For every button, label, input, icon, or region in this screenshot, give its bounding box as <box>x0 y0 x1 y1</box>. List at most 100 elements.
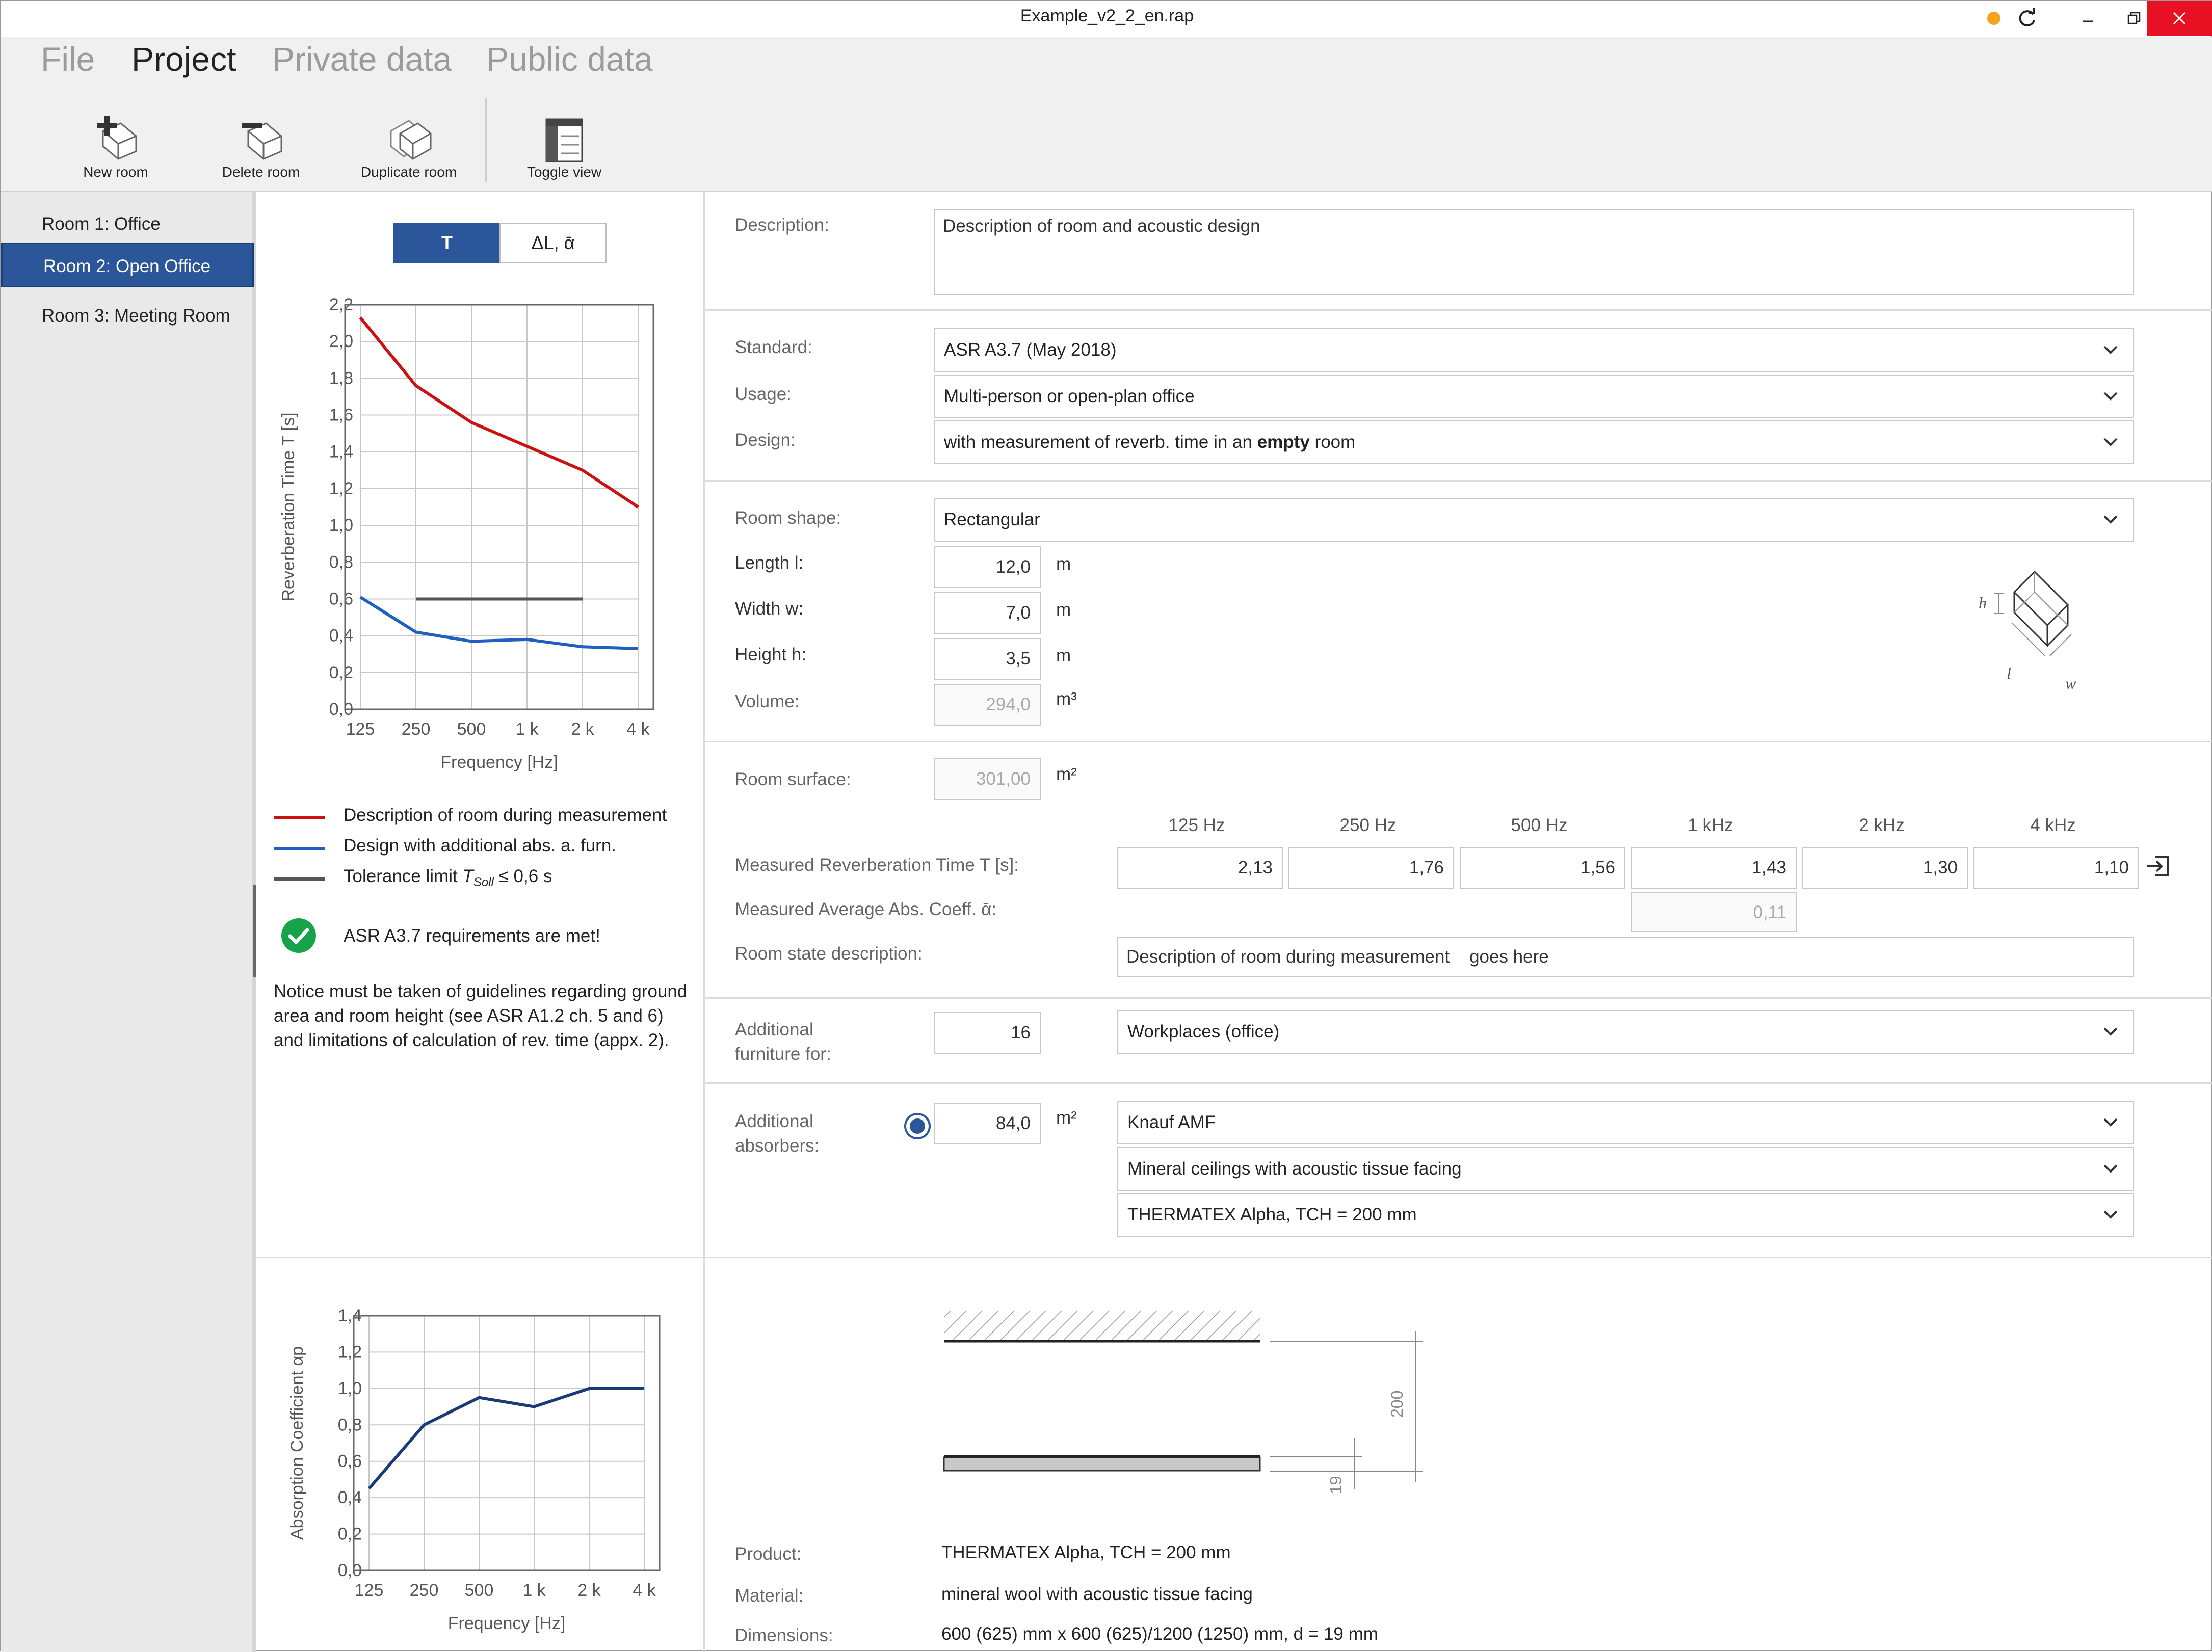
section-divider <box>704 309 2212 311</box>
room-item-meeting-room[interactable]: Room 3: Meeting Room <box>1 294 254 338</box>
sync-icon[interactable] <box>2009 1 2045 36</box>
product-value: THERMATEX Alpha, TCH = 200 mm <box>941 1542 1231 1562</box>
y-tick-label: 1,0 <box>329 516 353 535</box>
x-tick-label: 500 <box>465 1581 494 1600</box>
standard-dropdown[interactable]: ASR A3.7 (May 2018) <box>934 328 2134 372</box>
height-input[interactable]: 3,5 <box>934 638 1041 680</box>
toggle-view-label: Toggle view <box>526 164 602 180</box>
room-state-input[interactable]: Description of room during measurement g… <box>1117 937 2134 977</box>
x-tick-label: 1 k <box>522 1581 546 1600</box>
freq-header-125: 125 Hz <box>1168 815 1225 835</box>
design-value-post: room <box>1309 432 1356 452</box>
furniture-type-dropdown[interactable]: Workplaces (office) <box>1117 1010 2134 1054</box>
legend-tolerance-swatch <box>274 877 325 881</box>
legend-tolerance-sub: Soll <box>473 875 494 889</box>
section-divider <box>704 997 2212 999</box>
design-value-bold: empty <box>1257 432 1310 452</box>
import-icon[interactable] <box>2144 852 2173 881</box>
delete-room-button[interactable]: Delete room <box>202 103 320 184</box>
y-tick-label: 0,6 <box>329 589 353 608</box>
delete-room-label: Delete room <box>222 164 300 180</box>
y-tick-label: 1,2 <box>329 479 353 498</box>
menu-public-data[interactable]: Public data <box>486 40 653 78</box>
standard-value: ASR A3.7 (May 2018) <box>944 340 1117 360</box>
toolbar: New room Delete room Duplicate room Togg… <box>1 83 2212 192</box>
new-room-label: New room <box>83 164 148 180</box>
absorbers-area-input[interactable]: 84,0 <box>934 1103 1041 1144</box>
series-line-0 <box>367 1387 644 1490</box>
y-tick-label: 0,2 <box>338 1525 362 1544</box>
height-unit: m <box>1056 646 1071 665</box>
absorber-brand-value: Knauf AMF <box>1127 1112 1216 1132</box>
chevron-down-icon <box>2103 1210 2118 1219</box>
width-input[interactable]: 7,0 <box>934 592 1041 634</box>
menu-private-data[interactable]: Private data <box>272 40 452 78</box>
dimension-19-label: 19 <box>1327 1476 1345 1494</box>
absorber-brand-dropdown[interactable]: Knauf AMF <box>1117 1101 2134 1144</box>
menu-file[interactable]: File <box>41 40 95 78</box>
new-room-button[interactable]: New room <box>57 103 174 184</box>
y-tick-label: 1,0 <box>338 1379 362 1398</box>
toolbar-separator <box>485 98 487 182</box>
toggle-view-button[interactable]: Toggle view <box>506 103 623 184</box>
status-dot-icon <box>1979 1 2009 36</box>
material-value: mineral wool with acoustic tissue facing <box>941 1584 1253 1604</box>
description-textarea[interactable]: Description of room and acoustic design <box>934 209 2134 295</box>
design-dropdown[interactable]: with measurement of reverb. time in an e… <box>934 420 2134 464</box>
measured-rt-1k[interactable]: 1,43 <box>1631 847 1797 889</box>
chevron-down-icon <box>2103 1164 2118 1173</box>
furniture-label: Additional furniture for: <box>735 1020 831 1064</box>
measured-rt-250[interactable]: 1,76 <box>1288 847 1454 889</box>
legend-tolerance-suffix: ≤ 0,6 s <box>493 866 552 886</box>
toggle-t-button[interactable]: T <box>393 223 501 263</box>
y-axis-label: Absorption Coefficient αp <box>287 1346 307 1540</box>
y-tick-label: 1,4 <box>329 442 353 462</box>
absorbers-radio[interactable] <box>902 1111 933 1141</box>
duplicate-room-button[interactable]: Duplicate room <box>350 103 467 184</box>
usage-dropdown[interactable]: Multi-person or open-plan office <box>934 375 2134 418</box>
minimize-button[interactable] <box>2065 1 2111 36</box>
absorber-product-value: THERMATEX Alpha, TCH = 200 mm <box>1127 1205 1417 1224</box>
toggle-view-icon <box>545 118 583 162</box>
x-tick-label: 500 <box>457 720 486 739</box>
room-shape-dropdown[interactable]: Rectangular <box>934 498 2134 542</box>
product-cross-section: 200 19 <box>943 1311 1423 1494</box>
furniture-count-input[interactable]: 16 <box>934 1012 1041 1054</box>
notice-text: Notice must be taken of guidelines regar… <box>274 981 688 1050</box>
measured-rt-4k[interactable]: 1,10 <box>1973 847 2139 889</box>
freq-header-4k: 4 kHz <box>2030 815 2076 835</box>
measured-rt-125[interactable]: 2,13 <box>1117 847 1283 889</box>
x-tick-label: 1 k <box>515 720 539 739</box>
design-value-pre: with measurement of reverb. time in an <box>944 432 1257 452</box>
check-icon <box>281 918 316 953</box>
chevron-down-icon <box>2103 345 2118 354</box>
length-input[interactable]: 12,0 <box>934 546 1041 588</box>
x-axis-label: Frequency [Hz] <box>448 1614 566 1633</box>
room-item-office[interactable]: Room 1: Office <box>1 202 254 247</box>
toggle-dl-button[interactable]: ΔL, ᾱ <box>499 223 607 263</box>
legend-measured-swatch <box>274 816 325 819</box>
room-item-open-office[interactable]: Room 2: Open Office <box>1 243 254 287</box>
scrollbar-thumb[interactable] <box>253 885 256 977</box>
measured-rt-2k[interactable]: 1,30 <box>1802 847 1968 889</box>
measured-rt-500[interactable]: 1,56 <box>1460 847 1625 889</box>
close-button[interactable] <box>2147 1 2212 36</box>
y-tick-label: 1,8 <box>329 368 353 388</box>
legend-tolerance-prefix: Tolerance limit <box>344 866 463 886</box>
menu-project[interactable]: Project <box>131 40 236 78</box>
dimensions-value: 600 (625) mm x 600 (625)/1200 (1250) mm,… <box>941 1624 1378 1644</box>
x-axis-label: Frequency [Hz] <box>440 753 558 772</box>
room-shape-value: Rectangular <box>944 510 1040 529</box>
absorber-product-dropdown[interactable]: THERMATEX Alpha, TCH = 200 mm <box>1117 1193 2134 1237</box>
absorber-category-dropdown[interactable]: Mineral ceilings with acoustic tissue fa… <box>1117 1147 2134 1191</box>
legend-design-swatch <box>274 847 325 850</box>
legend-tolerance: Tolerance limit TSoll ≤ 0,6 s <box>344 866 552 889</box>
absorbers-area-unit: m² <box>1056 1108 1077 1128</box>
series-line-1 <box>359 596 639 650</box>
freq-header-2k: 2 kHz <box>1859 815 1905 835</box>
x-tick-label: 4 k <box>633 1581 656 1600</box>
cube-h-label: h <box>1979 594 1987 612</box>
width-label: Width w: <box>735 599 804 619</box>
design-label: Design: <box>735 430 796 450</box>
length-unit: m <box>1056 554 1071 574</box>
